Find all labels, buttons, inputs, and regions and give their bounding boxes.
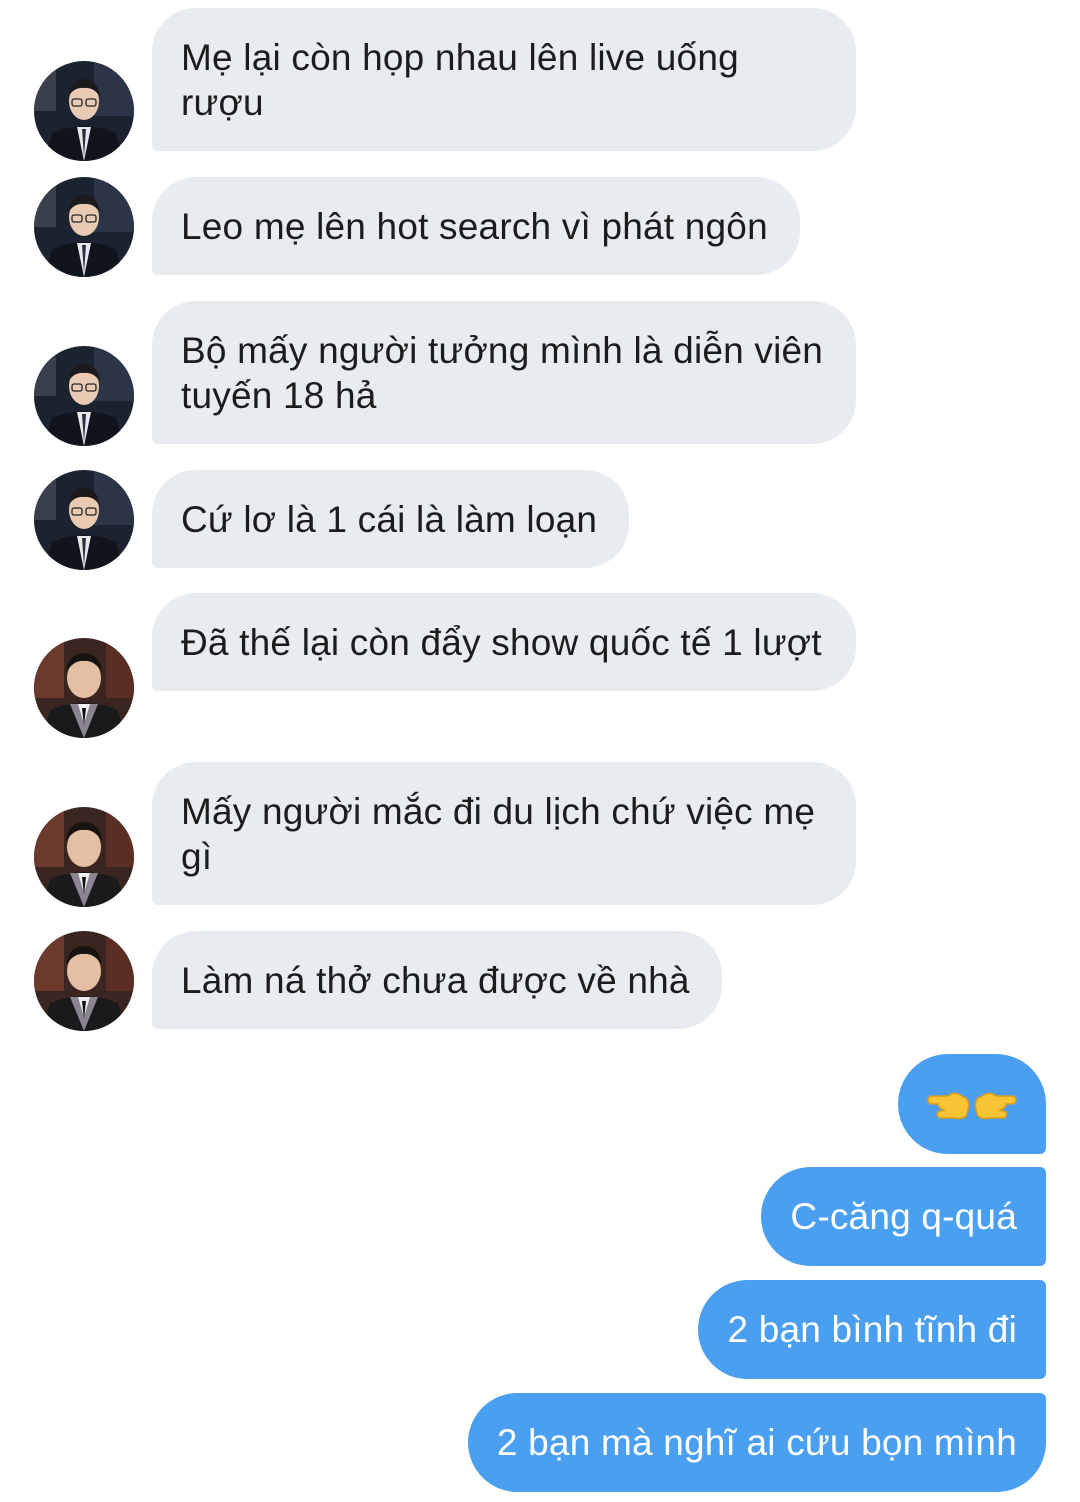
message-text: Mẹ lại còn họp nhau lên live uống rượu bbox=[181, 37, 739, 123]
message-bubble[interactable]: Bộ mấy người tưởng mình là diễn viên tuy… bbox=[152, 301, 856, 444]
message-row: Đã thế lại còn đẩy show quốc tế 1 lượt bbox=[0, 593, 1080, 739]
pointing-hands-emoji-icon bbox=[927, 1092, 1017, 1120]
message-bubble[interactable]: 2 bạn bình tĩnh đi bbox=[698, 1280, 1046, 1379]
message-bubble[interactable]: 2 bạn mà nghĩ ai cứu bọn mình bbox=[467, 1393, 1046, 1492]
message-text: Làm ná thở chưa được về nhà bbox=[181, 960, 690, 1001]
message-row: C-căng q-quá bbox=[0, 1167, 1080, 1267]
avatar[interactable] bbox=[34, 177, 134, 277]
message-row: Làm ná thở chưa được về nhà bbox=[0, 931, 1080, 1031]
avatar-glasses-man-icon bbox=[34, 177, 134, 277]
avatar-glasses-man-icon bbox=[34, 61, 134, 161]
backhand-pointing-right-emoji-icon bbox=[974, 1092, 1017, 1120]
avatar-vest-man-icon bbox=[34, 807, 134, 907]
message-text: 2 bạn bình tĩnh đi bbox=[727, 1309, 1017, 1350]
message-row: Bộ mấy người tưởng mình là diễn viên tuy… bbox=[0, 301, 1080, 447]
chat-thread: Mẹ lại còn họp nhau lên live uống rượu L… bbox=[0, 0, 1080, 1502]
avatar[interactable] bbox=[34, 61, 134, 161]
message-text: Đã thế lại còn đẩy show quốc tế 1 lượt bbox=[181, 622, 822, 663]
message-row: Mấy người mắc đi du lịch chứ việc mẹ gì bbox=[0, 762, 1080, 908]
message-row: Mẹ lại còn họp nhau lên live uống rượu bbox=[0, 8, 1080, 161]
message-bubble[interactable]: C-căng q-quá bbox=[761, 1167, 1046, 1266]
message-row: 2 bạn bình tĩnh đi bbox=[0, 1280, 1080, 1380]
avatar[interactable] bbox=[34, 470, 134, 570]
message-bubble[interactable]: Leo mẹ lên hot search vì phát ngôn bbox=[152, 177, 800, 275]
message-bubble[interactable]: Cứ lơ là 1 cái là làm loạn bbox=[152, 470, 630, 568]
avatar-vest-man-icon bbox=[34, 931, 134, 1031]
message-bubble[interactable]: Mẹ lại còn họp nhau lên live uống rượu bbox=[152, 8, 856, 151]
message-bubble[interactable]: Đã thế lại còn đẩy show quốc tế 1 lượt bbox=[152, 593, 856, 691]
message-bubble[interactable]: Mấy người mắc đi du lịch chứ việc mẹ gì bbox=[152, 762, 856, 905]
avatar[interactable] bbox=[34, 931, 134, 1031]
message-text: 2 bạn mà nghĩ ai cứu bọn mình bbox=[496, 1422, 1017, 1463]
message-bubble[interactable]: Làm ná thở chưa được về nhà bbox=[152, 931, 722, 1029]
message-text: Leo mẹ lên hot search vì phát ngôn bbox=[181, 206, 768, 247]
message-text: C-căng q-quá bbox=[790, 1196, 1017, 1237]
avatar-vest-man-icon bbox=[34, 638, 134, 738]
message-row: 2 bạn mà nghĩ ai cứu bọn mình bbox=[0, 1393, 1080, 1493]
avatar[interactable] bbox=[34, 638, 134, 738]
message-text: Mấy người mắc đi du lịch chứ việc mẹ gì bbox=[181, 791, 816, 877]
message-row: Leo mẹ lên hot search vì phát ngôn bbox=[0, 177, 1080, 277]
message-row bbox=[0, 1054, 1080, 1154]
avatar-glasses-man-icon bbox=[34, 470, 134, 570]
message-text: Cứ lơ là 1 cái là làm loạn bbox=[181, 499, 598, 540]
avatar[interactable] bbox=[34, 346, 134, 446]
message-text: Bộ mấy người tưởng mình là diễn viên tuy… bbox=[181, 330, 824, 416]
message-row: Cứ lơ là 1 cái là làm loạn bbox=[0, 470, 1080, 570]
avatar-glasses-man-icon bbox=[34, 346, 134, 446]
avatar[interactable] bbox=[34, 807, 134, 907]
backhand-pointing-left-emoji-icon bbox=[927, 1092, 970, 1120]
message-bubble[interactable] bbox=[898, 1054, 1046, 1154]
